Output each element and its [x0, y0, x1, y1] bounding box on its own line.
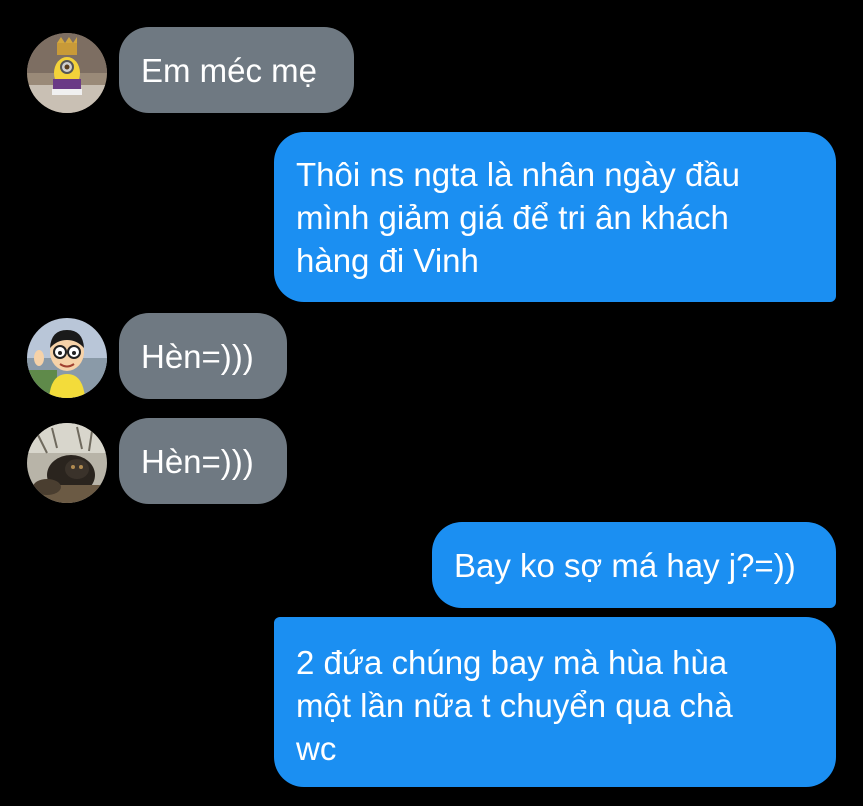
message-bubble-incoming[interactable]: Em méc mẹ [119, 27, 354, 113]
message-bubble-outgoing[interactable]: 2 đứa chúng bay mà hùa hùa một lần nữa t… [274, 617, 836, 787]
sender-avatar-3[interactable] [27, 423, 107, 503]
avatar-ape-photo-icon [27, 423, 107, 503]
message-bubble-outgoing[interactable]: Bay ko sợ má hay j?=)) [432, 522, 836, 608]
message-text: Hèn=))) [141, 442, 254, 480]
sender-avatar-2[interactable] [27, 318, 107, 398]
message-bubble-outgoing[interactable]: Thôi ns ngta là nhân ngày đầu mình giảm … [274, 132, 836, 302]
message-text: Hèn=))) [141, 337, 254, 375]
message-bubble-incoming[interactable]: Hèn=))) [119, 313, 287, 399]
message-text: Bay ko sợ má hay j?=)) [454, 546, 796, 584]
message-text: Em méc mẹ [141, 51, 318, 89]
message-text: Thôi ns ngta là nhân ngày đầu mình giảm … [296, 156, 741, 279]
avatar-cartoon-boy-glasses-icon [27, 318, 107, 398]
avatar-king-minion-icon [27, 33, 107, 113]
message-bubble-incoming[interactable]: Hèn=))) [119, 418, 287, 504]
message-text: 2 đứa chúng bay mà hùa hùa một lần nữa t… [296, 644, 733, 767]
sender-avatar-1[interactable] [27, 33, 107, 113]
